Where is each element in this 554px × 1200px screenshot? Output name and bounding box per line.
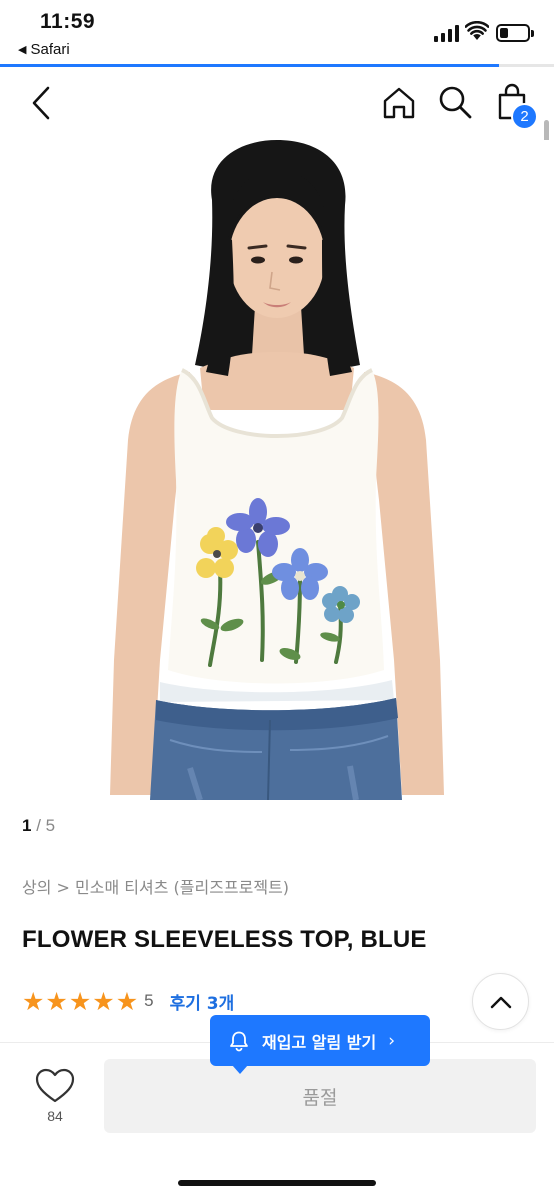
battery-icon	[496, 24, 534, 42]
home-indicator	[178, 1180, 376, 1186]
cart-count-badge[interactable]: 2	[511, 103, 538, 130]
back-triangle-icon: ◀	[18, 44, 27, 56]
restock-alert-button[interactable]: 재입고 알림 받기 ›	[210, 1015, 430, 1074]
breadcrumb[interactable]: 상의 > 민소매 티셔츠 (플리즈프로젝트)	[22, 874, 289, 898]
rating-value: 5	[144, 991, 154, 1010]
restock-alert-label: 재입고 알림 받기	[262, 1032, 377, 1052]
wishlist-count: 84	[47, 1108, 63, 1124]
image-counter: 1 / 5	[22, 816, 55, 836]
rating-stars: ★ ★ ★ ★ ★	[22, 989, 138, 1014]
page-load-progress-fill	[0, 64, 499, 67]
star-icon: ★	[22, 986, 45, 1016]
product-title: FLOWER SLEEVELESS TOP, BLUE	[22, 926, 427, 953]
search-icon[interactable]	[436, 84, 474, 122]
star-icon: ★	[92, 986, 115, 1016]
status-time: 11:59	[40, 10, 96, 33]
star-icon: ★	[45, 986, 68, 1016]
image-counter-current: 1	[22, 816, 32, 835]
chevron-up-icon	[490, 996, 511, 1008]
image-counter-total: 5	[45, 816, 56, 835]
tooltip-tail	[232, 1065, 248, 1074]
rating-row: ★ ★ ★ ★ ★ 5 후기 3개	[22, 986, 234, 1016]
status-bar: 11:59 ◀ Safari	[0, 0, 554, 67]
bell-icon	[230, 1031, 248, 1051]
home-icon[interactable]	[380, 84, 418, 122]
wifi-icon	[465, 21, 489, 40]
product-image[interactable]	[0, 140, 554, 800]
star-icon: ★	[68, 986, 92, 1016]
review-count-link[interactable]: 후기 3개	[170, 989, 235, 1014]
chevron-right-icon: ›	[388, 1030, 395, 1051]
heart-icon	[35, 1068, 75, 1103]
soldout-button: 품절	[104, 1059, 536, 1133]
back-app-label: Safari	[30, 41, 70, 58]
cellular-signal-icon	[434, 24, 459, 42]
scroll-to-top-button[interactable]	[472, 973, 529, 1030]
back-to-app-link[interactable]: ◀ Safari	[18, 41, 70, 58]
star-icon: ★	[115, 986, 139, 1016]
page-load-progress-bar	[0, 64, 554, 67]
back-icon[interactable]	[26, 84, 60, 122]
image-counter-separator: /	[36, 816, 41, 835]
